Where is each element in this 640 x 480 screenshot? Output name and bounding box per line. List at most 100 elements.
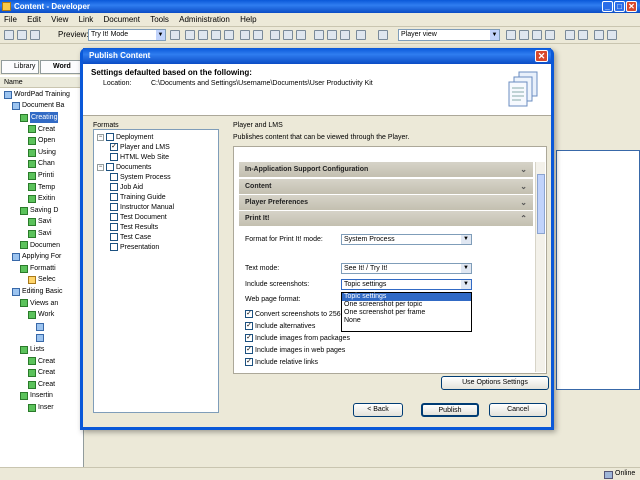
format-item[interactable]: ✓ Player and LMS	[110, 142, 170, 152]
settings-scrollbar[interactable]	[535, 162, 545, 372]
menu-help[interactable]: Help	[236, 13, 260, 27]
tree-item[interactable]: Applying For	[12, 251, 61, 262]
checkbox-box[interactable]: ✓	[245, 358, 253, 366]
format-checkbox[interactable]	[106, 163, 114, 171]
italic-icon[interactable]	[283, 30, 293, 40]
preview-mode-select[interactable]: Try It! Mode ▼	[88, 29, 166, 41]
open-icon[interactable]	[4, 30, 14, 40]
format-checkbox[interactable]	[110, 193, 118, 201]
tree-item[interactable]	[36, 321, 46, 332]
publish-icon[interactable]	[30, 30, 40, 40]
minimize-button[interactable]: _	[602, 1, 613, 12]
tree-item[interactable]: Creating	[20, 111, 59, 124]
refresh-icon[interactable]	[594, 30, 604, 40]
layout-icon[interactable]	[545, 30, 555, 40]
tree-item[interactable]: Exitin	[28, 193, 55, 204]
menu-view[interactable]: View	[47, 13, 72, 27]
convert-screenshots-checkbox[interactable]: ✓ Convert screenshots to 256	[245, 310, 341, 318]
tab-word[interactable]: Word	[40, 60, 84, 74]
check-out-icon[interactable]	[578, 30, 588, 40]
view-mode-select[interactable]: Player view ▼	[398, 29, 500, 41]
option-one-per-frame[interactable]: One screenshot per frame	[342, 309, 471, 317]
tab-library[interactable]: Library	[1, 60, 39, 74]
checkbox-box[interactable]: ✓	[245, 322, 253, 330]
tree-item[interactable]: Savi	[28, 228, 52, 239]
collapse-icon[interactable]: −	[97, 163, 104, 171]
properties-icon[interactable]	[356, 30, 366, 40]
zoom-out-icon[interactable]	[327, 30, 337, 40]
format-item[interactable]: Presentation	[110, 242, 159, 252]
option-none[interactable]: None	[342, 317, 471, 325]
format-item[interactable]: − Documents	[97, 162, 151, 172]
format-checkbox[interactable]	[110, 183, 118, 191]
bold-icon[interactable]	[270, 30, 280, 40]
include-relative-links-checkbox[interactable]: ✓ Include relative links	[245, 358, 318, 366]
menu-administration[interactable]: Administration	[175, 13, 234, 27]
zoom-in-icon[interactable]	[314, 30, 324, 40]
close-button[interactable]: ✕	[626, 1, 637, 12]
tree-item[interactable]: Inser	[28, 402, 54, 413]
tree-item[interactable]: Temp	[28, 182, 55, 193]
tree-item[interactable]: Creat	[28, 379, 55, 390]
tree-item[interactable]: Selec	[28, 275, 56, 286]
format-item[interactable]: Training Guide	[110, 192, 166, 202]
format-checkbox[interactable]	[110, 243, 118, 251]
layout-icon[interactable]	[519, 30, 529, 40]
format-mode-select[interactable]: System Process ▼	[341, 234, 472, 245]
format-item[interactable]: Instructor Manual	[110, 202, 174, 212]
tree-item[interactable]: Using	[28, 147, 56, 158]
format-checkbox[interactable]	[110, 173, 118, 181]
scrollbar-thumb[interactable]	[537, 174, 545, 234]
publish-button[interactable]: Publish	[421, 403, 479, 417]
tree-item[interactable]: Formatti	[20, 263, 56, 274]
layout-icon[interactable]	[532, 30, 542, 40]
name-column-header[interactable]: Name	[0, 77, 84, 88]
tree-item[interactable]: Editing Basic	[12, 286, 62, 297]
dialog-close-button[interactable]: ✕	[535, 50, 548, 62]
menu-edit[interactable]: Edit	[23, 13, 45, 27]
text-mode-select[interactable]: See It! / Try It! ▼	[341, 263, 472, 274]
collapse-icon[interactable]: −	[97, 133, 104, 141]
format-item[interactable]: Test Case	[110, 232, 151, 242]
check-in-icon[interactable]	[565, 30, 575, 40]
include-screenshots-select[interactable]: Topic settings ▼	[341, 279, 472, 290]
format-item[interactable]: System Process	[110, 172, 171, 182]
format-item[interactable]: Test Results	[110, 222, 158, 232]
tree-item[interactable]: Insertin	[20, 391, 53, 402]
menu-tools[interactable]: Tools	[146, 13, 173, 27]
format-checkbox[interactable]	[106, 133, 114, 141]
section-content[interactable]: Content ⌄	[239, 179, 533, 194]
tree-item[interactable]: Lists	[20, 344, 44, 355]
go-icon[interactable]	[170, 30, 180, 40]
underline-icon[interactable]	[296, 30, 306, 40]
tree-item[interactable]: Open	[28, 135, 55, 146]
section-in-app-support[interactable]: In-Application Support Configuration ⌄	[239, 162, 533, 177]
tree-item[interactable]: Chan	[28, 159, 55, 170]
menu-file[interactable]: File	[0, 13, 21, 27]
tree-item[interactable]: Creat	[28, 356, 55, 367]
tree-item[interactable]: Creat	[28, 367, 55, 378]
paste-icon[interactable]	[211, 30, 221, 40]
redo-icon[interactable]	[253, 30, 263, 40]
section-print-it[interactable]: Print It! ⌃	[239, 211, 533, 226]
format-item[interactable]: − Deployment	[97, 132, 153, 142]
maximize-button[interactable]: □	[614, 1, 625, 12]
tree-item[interactable]: Saving D	[20, 205, 58, 216]
include-alternatives-checkbox[interactable]: ✓ Include alternatives	[245, 322, 315, 330]
find-icon[interactable]	[340, 30, 350, 40]
use-options-settings-button[interactable]: Use Options Settings	[441, 376, 549, 390]
format-checkbox[interactable]	[110, 233, 118, 241]
tree-item[interactable]: Views an	[20, 298, 58, 309]
format-checkbox[interactable]	[110, 223, 118, 231]
tree-item[interactable]: Printi	[28, 170, 54, 181]
format-item[interactable]: Job Aid	[110, 182, 143, 192]
tree-item[interactable]: Savi	[28, 217, 52, 228]
tree-item[interactable]: Work	[28, 309, 54, 320]
tree-item[interactable]: WordPad Training	[4, 89, 70, 100]
menu-document[interactable]: Document	[100, 13, 144, 27]
include-images-web-checkbox[interactable]: ✓ Include images in web pages	[245, 346, 345, 354]
settings-icon[interactable]	[607, 30, 617, 40]
undo-icon[interactable]	[240, 30, 250, 40]
include-images-packages-checkbox[interactable]: ✓ Include images from packages	[245, 334, 350, 342]
format-checkbox[interactable]: ✓	[110, 143, 118, 151]
